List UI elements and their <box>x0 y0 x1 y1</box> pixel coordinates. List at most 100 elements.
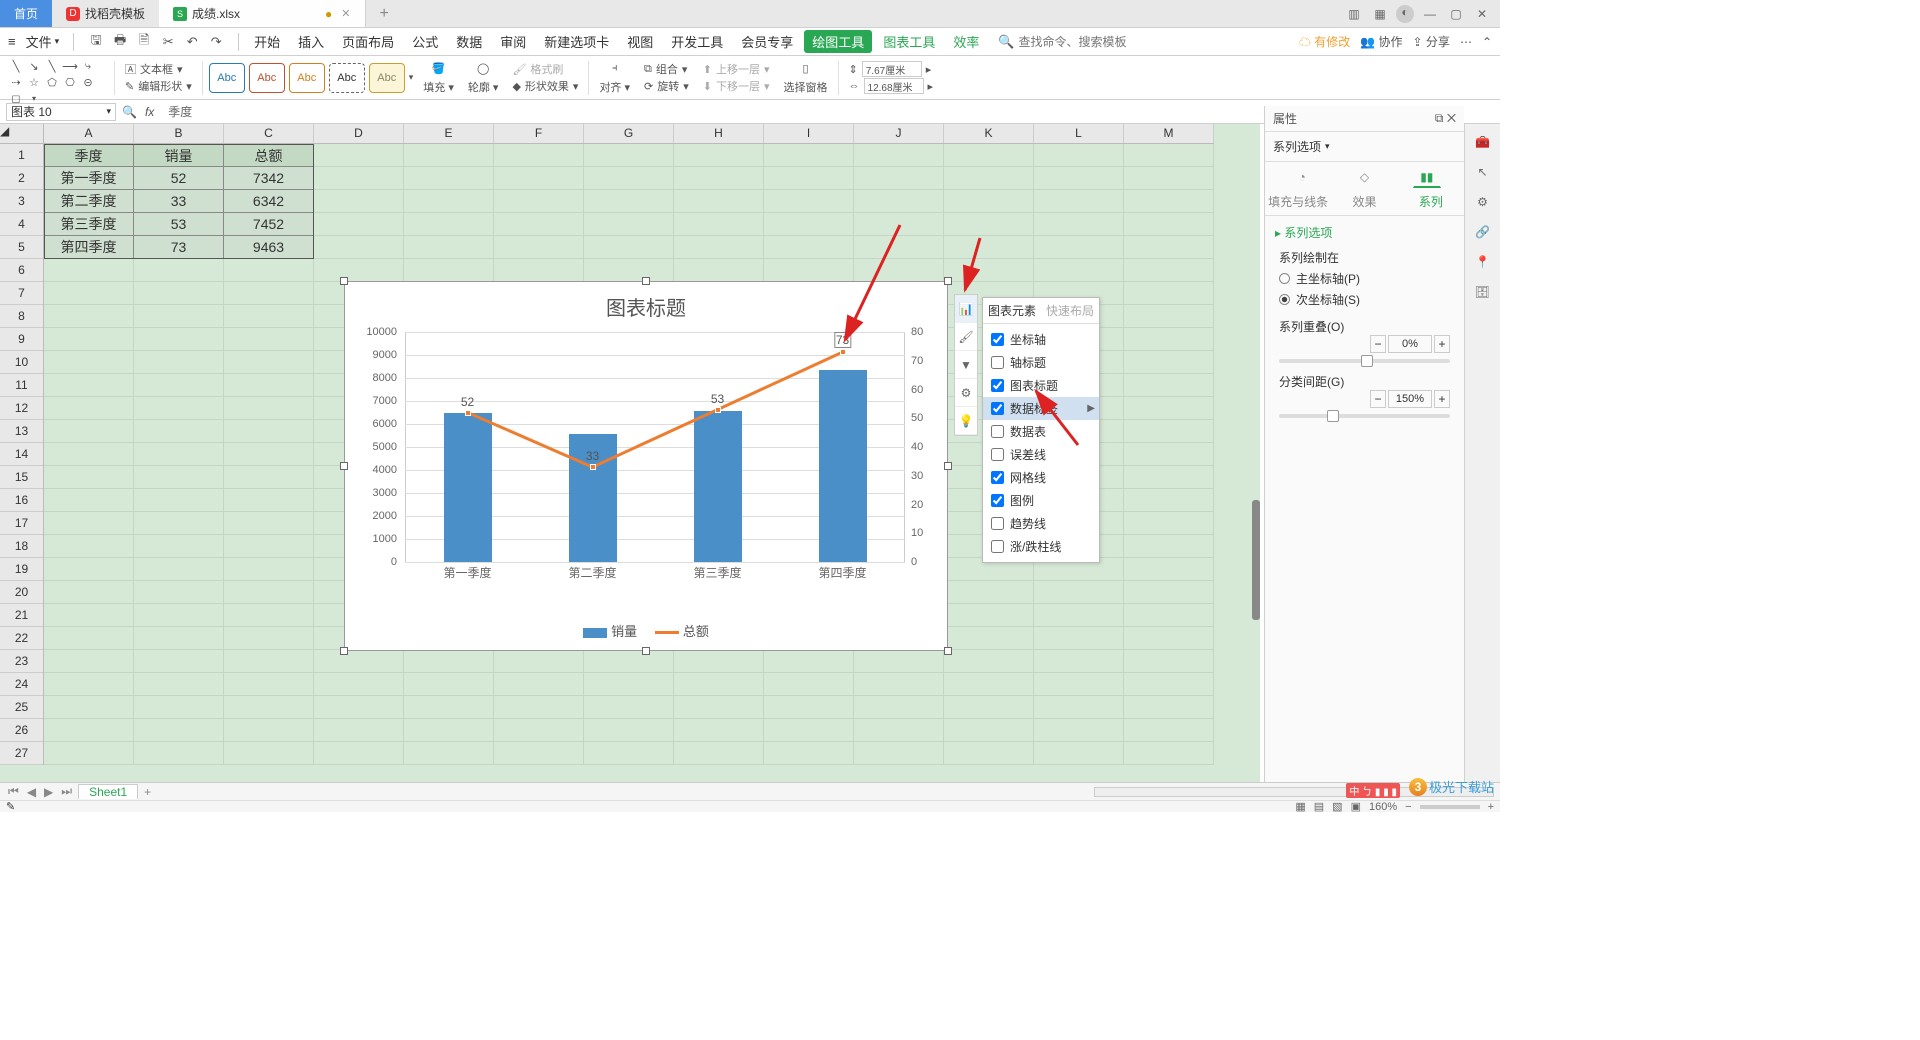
link-icon[interactable]: 🔗 <box>1473 222 1493 242</box>
row-header[interactable]: 5 <box>0 236 43 259</box>
cell[interactable] <box>1124 581 1214 604</box>
menu-start[interactable]: 开始 <box>247 28 287 55</box>
prev-sheet-icon[interactable]: ◀ <box>25 785 38 799</box>
cell[interactable] <box>134 696 224 719</box>
cell[interactable] <box>134 305 224 328</box>
secondary-axis-radio[interactable]: 次坐标轴(S) <box>1279 291 1450 308</box>
menu-dev[interactable]: 开发工具 <box>664 28 730 55</box>
cell[interactable] <box>314 236 404 259</box>
cell[interactable] <box>134 650 224 673</box>
row-header[interactable]: 12 <box>0 397 43 420</box>
cell[interactable] <box>1124 512 1214 535</box>
row-header[interactable]: 25 <box>0 696 43 719</box>
cell[interactable] <box>494 719 584 742</box>
gap-value[interactable]: 150% <box>1388 390 1432 408</box>
cell[interactable] <box>314 167 404 190</box>
col-header[interactable]: I <box>764 124 854 143</box>
cell[interactable] <box>1124 420 1214 443</box>
cell[interactable] <box>44 466 134 489</box>
checkbox[interactable] <box>991 402 1004 415</box>
cell[interactable] <box>854 673 944 696</box>
align-button[interactable]: ⫞对齐 ▾ <box>595 60 634 96</box>
cell[interactable] <box>44 742 134 765</box>
menu-drawtools[interactable]: 绘图工具 <box>804 30 872 53</box>
style-preset[interactable]: Abc <box>329 63 365 93</box>
cell[interactable] <box>404 167 494 190</box>
cell[interactable] <box>44 650 134 673</box>
row-header[interactable]: 18 <box>0 535 43 558</box>
cell[interactable] <box>134 742 224 765</box>
zoom-slider[interactable] <box>1420 805 1480 809</box>
cell[interactable] <box>314 742 404 765</box>
cell[interactable] <box>494 673 584 696</box>
cell[interactable] <box>44 489 134 512</box>
cell[interactable]: 6342 <box>224 190 314 213</box>
cell[interactable]: 第四季度 <box>44 236 134 259</box>
cell[interactable] <box>404 742 494 765</box>
cell[interactable] <box>494 190 584 213</box>
cell[interactable] <box>224 512 314 535</box>
cell[interactable] <box>764 696 854 719</box>
cell[interactable] <box>224 719 314 742</box>
chart-element-item[interactable]: 数据标签▶ <box>983 397 1099 420</box>
outline-button[interactable]: ◯轮廓 ▾ <box>464 60 503 96</box>
cell[interactable] <box>404 190 494 213</box>
prop-tab-effect[interactable]: 效果 <box>1331 190 1397 213</box>
chart-elements-icon[interactable]: 📊 <box>955 295 977 323</box>
cell[interactable] <box>134 535 224 558</box>
cell[interactable] <box>674 719 764 742</box>
col-header[interactable]: C <box>224 124 314 143</box>
line-series[interactable] <box>405 332 905 562</box>
cell[interactable] <box>1124 466 1214 489</box>
chart-element-item[interactable]: 误差线 <box>983 443 1099 466</box>
chart-settings-icon[interactable]: ⚙ <box>955 379 977 407</box>
cell[interactable]: 33 <box>134 190 224 213</box>
cell[interactable] <box>494 650 584 673</box>
cell[interactable] <box>44 673 134 696</box>
view-break-icon[interactable]: ▧ <box>1332 800 1342 813</box>
v-scrollbar[interactable] <box>1252 500 1260 620</box>
bring-fwd-button[interactable]: ⬆ 上移一层 ▾ <box>703 61 770 77</box>
cell[interactable] <box>944 167 1034 190</box>
style-preset[interactable]: Abc <box>209 63 245 93</box>
zoom-in-icon[interactable]: + <box>1488 801 1494 813</box>
cell[interactable] <box>224 581 314 604</box>
col-header[interactable]: A <box>44 124 134 143</box>
cell[interactable]: 53 <box>134 213 224 236</box>
overlap-value[interactable]: 0% <box>1388 335 1432 353</box>
col-header[interactable]: E <box>404 124 494 143</box>
checkbox[interactable] <box>991 540 1004 553</box>
cell[interactable] <box>674 236 764 259</box>
cell[interactable] <box>584 650 674 673</box>
minimize-icon[interactable]: — <box>1420 7 1440 21</box>
chart-brush-icon[interactable]: 🖌 <box>955 323 977 351</box>
cell[interactable] <box>44 696 134 719</box>
tab-file[interactable]: S 成绩.xlsx ● ✕ <box>159 0 365 27</box>
cell[interactable] <box>944 213 1034 236</box>
close-window-icon[interactable]: ✕ <box>1472 7 1492 21</box>
tab-home[interactable]: 首页 <box>0 0 52 27</box>
menu-newtab[interactable]: 新建选项卡 <box>537 28 616 55</box>
cell[interactable] <box>1124 259 1214 282</box>
cell[interactable] <box>1124 351 1214 374</box>
cell[interactable] <box>584 190 674 213</box>
row-header[interactable]: 11 <box>0 374 43 397</box>
cell[interactable] <box>1034 673 1124 696</box>
checkbox[interactable] <box>991 494 1004 507</box>
chart-title[interactable]: 图表标题 <box>345 292 947 321</box>
cell[interactable] <box>1124 696 1214 719</box>
cell[interactable] <box>764 190 854 213</box>
cell[interactable] <box>1034 604 1124 627</box>
cell[interactable] <box>44 305 134 328</box>
decr-button[interactable]: − <box>1370 390 1386 408</box>
series-dropdown[interactable]: 系列选项 ▾ <box>1265 132 1464 162</box>
menu-layout[interactable]: 页面布局 <box>335 28 401 55</box>
cell[interactable] <box>1124 190 1214 213</box>
cell[interactable] <box>1034 144 1124 167</box>
cell[interactable] <box>44 535 134 558</box>
cell[interactable] <box>854 144 944 167</box>
cell[interactable] <box>854 259 944 282</box>
tab-templates[interactable]: D 找稻壳模板 <box>52 0 159 27</box>
cell[interactable] <box>674 167 764 190</box>
row-header[interactable]: 22 <box>0 627 43 650</box>
